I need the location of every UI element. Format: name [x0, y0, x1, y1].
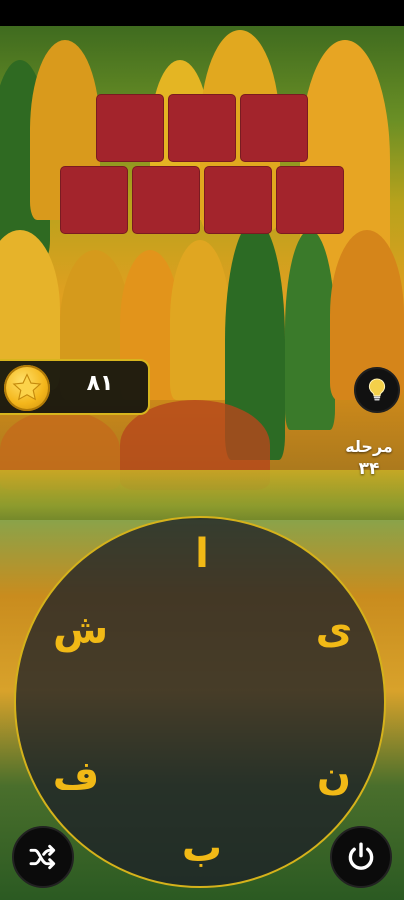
star-coin-icon — [4, 365, 50, 411]
level-number: ۳۴ — [358, 459, 380, 479]
coin-count: ۸۱ — [86, 371, 114, 396]
coin-counter[interactable]: ۸۱ — [0, 359, 150, 415]
wheel-letter[interactable]: ب — [177, 823, 227, 873]
wheel-letter[interactable]: ن — [309, 751, 359, 801]
word-tile — [240, 94, 308, 162]
lightbulb-icon — [368, 378, 386, 401]
word-tile — [204, 166, 272, 234]
wheel-letter[interactable]: ش — [53, 605, 108, 655]
word-tile — [276, 166, 344, 234]
shuffle-icon — [29, 844, 56, 870]
wheel-letter[interactable]: ا — [177, 529, 227, 579]
level-label: مرحله — [345, 437, 393, 456]
shuffle-button[interactable] — [12, 826, 74, 888]
exit-button[interactable] — [330, 826, 392, 888]
wheel-letter[interactable]: ی — [309, 605, 359, 655]
wheel-letter[interactable]: ف — [51, 751, 101, 801]
power-icon — [348, 842, 374, 870]
word-tile — [60, 166, 128, 234]
word-tile — [132, 166, 200, 234]
status-bar — [0, 0, 404, 26]
word-tile — [96, 94, 164, 162]
hint-button[interactable] — [354, 367, 400, 413]
word-tile — [168, 94, 236, 162]
letter-wheel[interactable]: ا ی ن ب ف ش — [14, 516, 386, 888]
